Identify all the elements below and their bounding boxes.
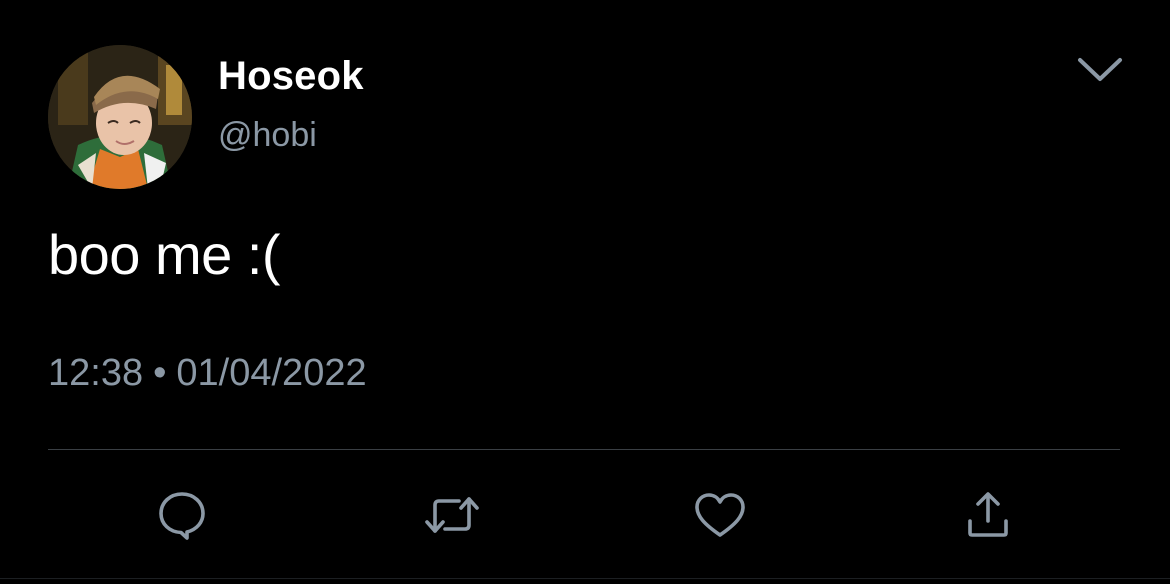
chevron-down-icon bbox=[1078, 58, 1122, 81]
display-name[interactable]: Hoseok bbox=[218, 54, 364, 99]
heart-icon bbox=[695, 493, 745, 537]
tweet-date[interactable]: 01/04/2022 bbox=[176, 352, 366, 394]
avatar-photo bbox=[48, 45, 192, 189]
more-options-button[interactable] bbox=[1070, 46, 1130, 92]
share-icon bbox=[968, 492, 1008, 537]
reply-button[interactable] bbox=[152, 485, 212, 545]
tweet-meta: 12:38 • 01/04/2022 bbox=[48, 352, 367, 395]
share-button[interactable] bbox=[958, 485, 1018, 545]
tweet-text: boo me :( bbox=[48, 223, 281, 286]
retweet-button[interactable] bbox=[422, 485, 482, 545]
avatar[interactable] bbox=[48, 45, 192, 189]
action-bar bbox=[0, 485, 1170, 545]
retweet-icon bbox=[425, 497, 479, 533]
like-button[interactable] bbox=[690, 485, 750, 545]
tweet-time[interactable]: 12:38 bbox=[48, 352, 143, 394]
handle[interactable]: @hobi bbox=[218, 116, 317, 155]
divider bbox=[48, 449, 1120, 450]
meta-separator: • bbox=[153, 352, 167, 394]
reply-icon bbox=[159, 492, 205, 540]
bottom-border bbox=[0, 578, 1170, 579]
